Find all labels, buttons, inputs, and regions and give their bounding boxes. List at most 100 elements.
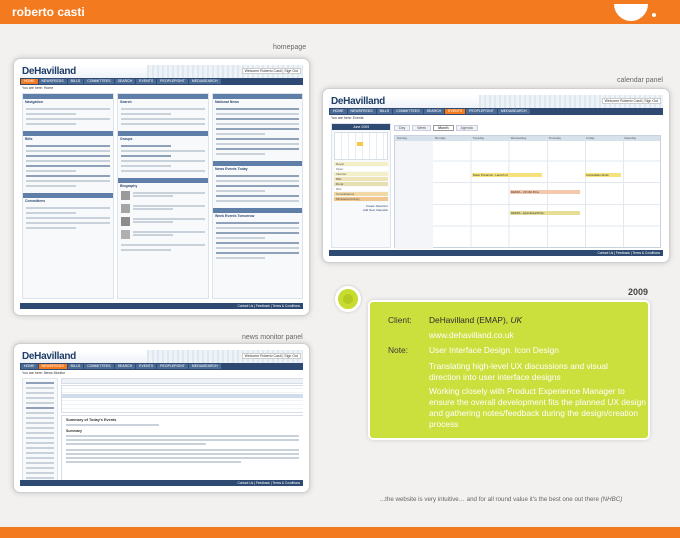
avatar xyxy=(121,191,130,200)
client-url[interactable]: www.dehavilland.co.uk xyxy=(429,330,514,341)
homepage-screenshot[interactable]: DeHavilland Welcome Roberto Casti | Sign… xyxy=(13,58,310,316)
box-title: Groups xyxy=(120,137,133,141)
client-country: UK xyxy=(510,315,523,325)
quote-text: ...the website is very intuitive… and fo… xyxy=(380,496,601,503)
calendar-event[interactable]: DEFRA - UK Mid Prize xyxy=(510,190,580,194)
client-label: Client: xyxy=(388,315,412,325)
calendar-filter[interactable]: Consultations xyxy=(334,192,388,196)
calendar-view-tabs: Day Week Month Agenda xyxy=(394,125,478,131)
calendar-event[interactable]: DEFRA - Agricultural Prize xyxy=(510,211,580,215)
nav-item[interactable]: SEARCH xyxy=(114,364,136,369)
news-monitor-screenshot[interactable]: DeHavilland Welcome Roberto Casti | Sign… xyxy=(13,343,310,493)
news-monitor-header: DeHavilland Welcome Roberto Casti | Sign… xyxy=(20,350,303,363)
avatar xyxy=(121,204,130,213)
nav-item[interactable]: NEWSFEEDS xyxy=(38,79,67,84)
homepage-footer[interactable]: Contact Us | Feedback | Terms & Conditio… xyxy=(20,303,303,309)
nav-item[interactable]: BILLS xyxy=(67,79,84,84)
nav-item[interactable]: MEDIASEARCH xyxy=(188,79,221,84)
nav-item[interactable]: PEOPLEPOINT xyxy=(157,364,188,369)
nav-item[interactable]: HOME xyxy=(330,109,347,114)
nav-item[interactable]: COMMITTEES xyxy=(84,79,114,84)
homepage-header: DeHavilland Welcome Roberto Casti | Sign… xyxy=(20,65,303,78)
nav-item[interactable]: SEARCH xyxy=(423,109,445,114)
calendar-filter[interactable]: Bills xyxy=(334,177,388,181)
calendar-user-box[interactable]: Welcome Roberto Casti | Sign Out xyxy=(601,98,661,104)
box-title: Search xyxy=(120,100,132,104)
nav-item[interactable]: COMMITTEES xyxy=(393,109,423,114)
calendar-event[interactable]: Consultation Ends xyxy=(585,173,621,177)
box-title: News Events Today xyxy=(215,167,248,171)
note-line-2: Translating high-level UX discussions an… xyxy=(429,361,608,382)
preview-title: Summary of Today's Events xyxy=(66,418,117,422)
nav-item[interactable]: EVENTS xyxy=(136,364,157,369)
brand-logo-icon xyxy=(614,4,648,21)
nav-item[interactable]: EVENTS xyxy=(136,79,157,84)
avatar xyxy=(121,217,130,226)
nav-item[interactable]: PEOPLEPOINT xyxy=(466,109,497,114)
tab-week[interactable]: Week xyxy=(412,125,432,131)
calendar-filter[interactable]: Royal xyxy=(334,162,388,166)
nav-item[interactable]: BILLS xyxy=(67,364,84,369)
news-monitor-list[interactable] xyxy=(61,385,303,413)
homepage-column-middle: Search Groups Biography xyxy=(117,93,209,299)
calendar-event[interactable]: Dawn Primarolo - Launch of xyxy=(472,173,542,177)
calendar-breadcrumb: You are here: Events xyxy=(331,116,364,120)
calendar-logo: DeHavilland xyxy=(331,96,385,107)
client-name: DeHavilland (EMAP), xyxy=(429,315,511,325)
calendar-header: DeHavilland Welcome Roberto Casti | Sign… xyxy=(329,95,663,108)
note-line-3: Working closely with Product Experience … xyxy=(429,386,646,429)
note-line-1: User Interface Design. Icon Design xyxy=(429,345,559,355)
quote-source: (NHBC) xyxy=(600,496,623,503)
box-title: Committees xyxy=(25,199,46,203)
nav-item[interactable]: EVENTS xyxy=(445,109,466,114)
news-monitor-user-box[interactable]: Welcome Roberto Casti | Sign Out xyxy=(241,353,301,359)
nav-item[interactable]: MEDIASEARCH xyxy=(188,364,221,369)
nav-item[interactable]: PEOPLEPOINT xyxy=(157,79,188,84)
nav-item[interactable]: BILLS xyxy=(376,109,393,114)
calendar-label: calendar panel xyxy=(617,77,663,84)
box-title: National News xyxy=(215,100,239,104)
brand-dot-icon xyxy=(652,13,656,17)
news-monitor-footer[interactable]: Contact Us | Feedback | Terms & Conditio… xyxy=(20,480,303,486)
news-monitor-toolbar[interactable] xyxy=(61,378,303,384)
homepage-logo: DeHavilland xyxy=(22,66,76,77)
tab-agenda[interactable]: Agenda xyxy=(455,125,478,131)
tab-month[interactable]: Month xyxy=(433,125,454,131)
mini-calendar-month[interactable]: June 2009 xyxy=(332,124,390,130)
mini-calendar[interactable] xyxy=(334,132,388,160)
calendar-filter[interactable]: Open xyxy=(334,167,388,171)
calendar-sidebar: June 2009 Royal Open Internet Bills Rura… xyxy=(331,123,391,248)
brand-name[interactable]: roberto casti xyxy=(12,5,85,19)
nav-item[interactable]: HOME xyxy=(21,79,38,84)
homepage-column-right: National News News Events Today Week Eve… xyxy=(212,93,303,299)
nav-item[interactable]: MEDIASEARCH xyxy=(497,109,530,114)
news-monitor-breadcrumb: You are here: News Monitor xyxy=(22,371,66,375)
calendar-filter[interactable]: Internet xyxy=(334,172,388,176)
calendar-month-grid[interactable]: Sunday Monday Tuesday Wednesday Thursday… xyxy=(394,135,661,249)
project-info-box: Client: DeHavilland (EMAP), UK www.dehav… xyxy=(368,300,650,440)
nav-item[interactable]: COMMITTEES xyxy=(84,364,114,369)
news-monitor-logo: DeHavilland xyxy=(22,351,76,362)
nav-item[interactable]: SEARCH xyxy=(114,79,136,84)
news-monitor-preview: Summary of Today's Events Summary xyxy=(61,415,303,486)
nav-item[interactable]: HOME xyxy=(21,364,38,369)
news-monitor-folders[interactable] xyxy=(22,378,58,486)
bottom-bar xyxy=(0,527,680,538)
tab-day[interactable]: Day xyxy=(394,125,411,131)
homepage-user-box[interactable]: Welcome Roberto Casti | Sign Out xyxy=(241,68,301,74)
avatar xyxy=(121,230,130,239)
box-title: Navigation xyxy=(25,100,43,104)
calendar-footer[interactable]: Contact Us | Feedback | Terms & Conditio… xyxy=(329,250,663,256)
top-bar: roberto casti xyxy=(0,0,680,24)
nav-item[interactable]: NEWSFEEDS xyxy=(38,364,67,369)
box-title: Week Events Tomorrow xyxy=(215,214,255,218)
calendar-filter[interactable]: Nhs xyxy=(334,187,388,191)
calendar-filter[interactable]: Rural xyxy=(334,182,388,186)
add-calendar-link[interactable]: Add New Calendar xyxy=(334,208,388,212)
nav-item[interactable]: NEWSFEEDS xyxy=(347,109,376,114)
news-monitor-label: news monitor panel xyxy=(242,334,303,341)
homepage-nav: HOME NEWSFEEDS BILLS COMMITTEES SEARCH E… xyxy=(20,78,303,85)
box-title: Bills xyxy=(25,137,33,141)
calendar-filter[interactable]: Ministerial Activity xyxy=(334,197,388,201)
calendar-screenshot[interactable]: DeHavilland Welcome Roberto Casti | Sign… xyxy=(322,88,670,263)
